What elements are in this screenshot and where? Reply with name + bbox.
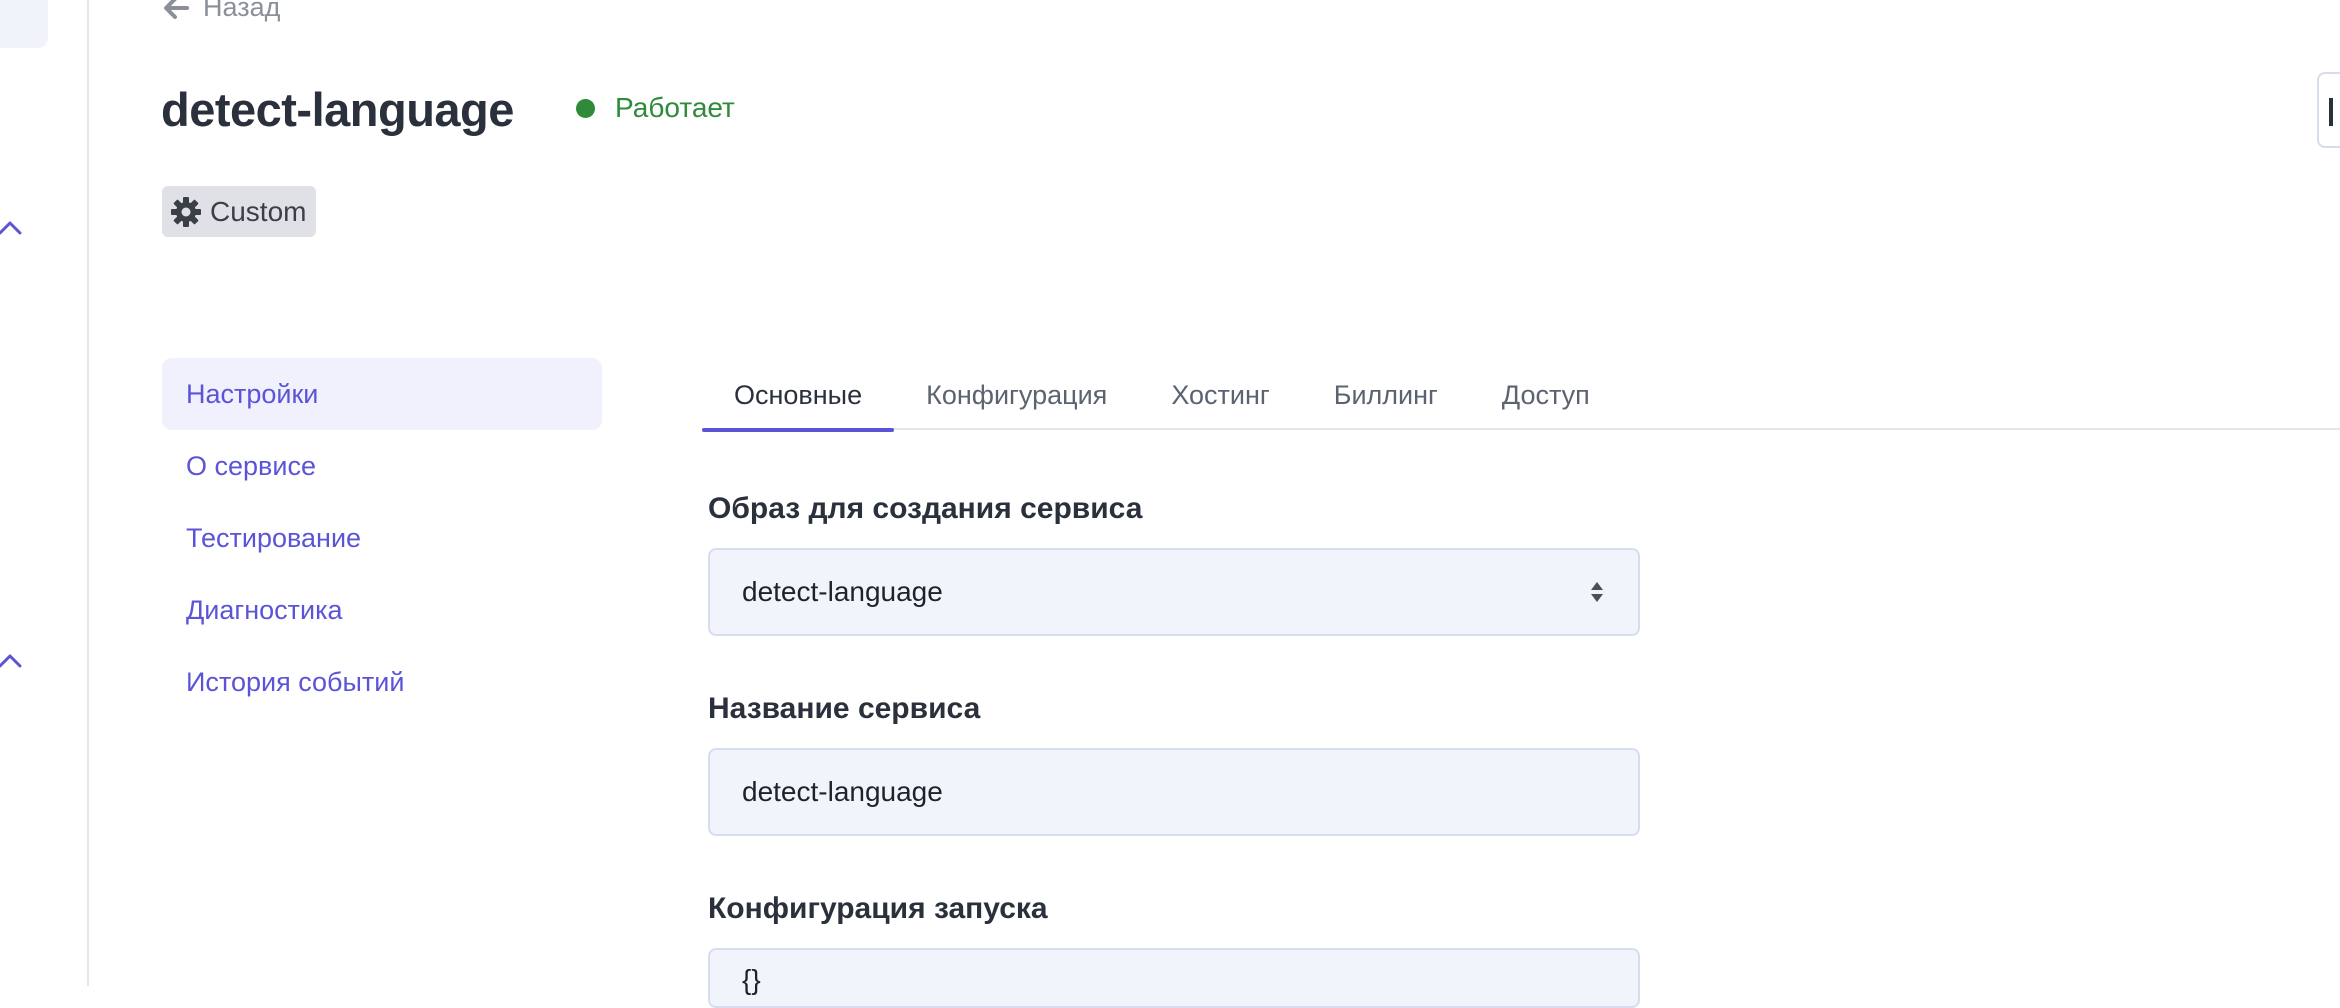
select-arrows-icon [1591,582,1603,602]
menu-item-settings[interactable]: Настройки [162,358,602,430]
rail-top-item[interactable] [0,0,48,48]
section-menu: Настройки О сервисе Тестирование Диагнос… [162,358,602,718]
image-select[interactable]: detect-language [708,548,1640,636]
button-glyph [2329,98,2333,126]
service-type-badge: Custom [162,186,317,237]
gear-icon [171,196,201,227]
menu-item-testing[interactable]: Тестирование [162,502,602,574]
badge-label: Custom [210,195,307,227]
menu-item-about[interactable]: О сервисе [162,430,602,502]
chevron-up-icon[interactable] [0,215,24,243]
tab-configuration[interactable]: Конфигурация [894,360,1139,430]
settings-tabs: Основные Конфигурация Хостинг Биллинг До… [702,360,2340,432]
arrow-left-icon [164,0,189,19]
app-sidebar-rail [0,0,89,986]
tab-billing[interactable]: Биллинг [1302,360,1470,430]
service-name-input[interactable]: detect-language [708,748,1640,836]
tab-access[interactable]: Доступ [1470,360,1622,430]
status-label: Работает [615,92,735,123]
status-indicator: Работает [576,92,735,124]
menu-item-diagnostics[interactable]: Диагностика [162,574,602,646]
launch-config-textarea[interactable]: {} [708,948,1640,1008]
name-field-label: Название сервиса [708,692,981,725]
status-dot-icon [576,98,595,118]
tab-general[interactable]: Основные [702,360,895,432]
back-label: Назад [203,0,281,22]
header-action-button[interactable] [2317,72,2340,148]
launch-config-value: {} [742,964,761,995]
page-title: detect-language [161,83,514,136]
chevron-up-icon[interactable] [0,648,24,676]
image-field-label: Образ для создания сервиса [708,492,1143,525]
config-field-label: Конфигурация запуска [708,892,1048,925]
service-name-value: detect-language [742,776,943,807]
back-link[interactable]: Назад [161,0,280,23]
tab-hosting[interactable]: Хостинг [1139,360,1301,430]
menu-item-event-history[interactable]: История событий [162,646,602,718]
image-select-value: detect-language [742,576,943,607]
